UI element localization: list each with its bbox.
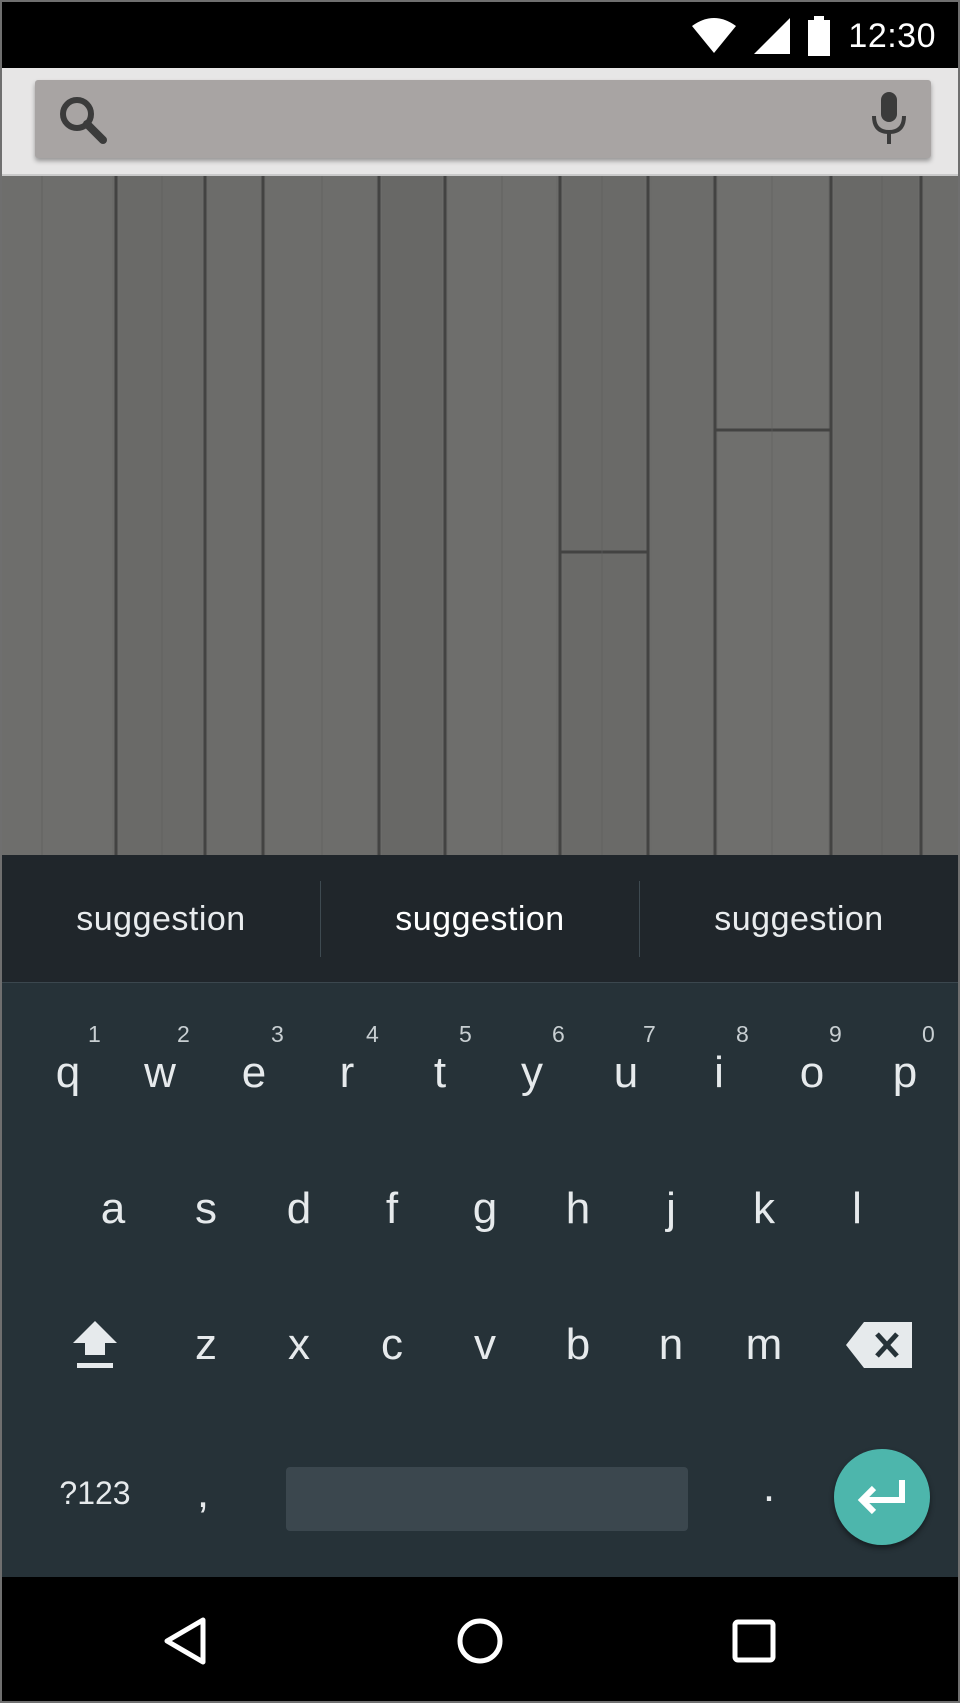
key-d[interactable]: d: [254, 1159, 344, 1259]
comma-key[interactable]: ,: [158, 1443, 248, 1543]
home-button[interactable]: [444, 1605, 516, 1677]
key-label: t: [433, 1048, 447, 1097]
key-hint: 5: [459, 1021, 472, 1047]
symbols-key[interactable]: ?123: [40, 1463, 150, 1523]
period-key[interactable]: .: [724, 1437, 814, 1537]
suggestion-strip: suggestion suggestion suggestion: [2, 855, 958, 983]
recents-button[interactable]: [718, 1605, 790, 1677]
key-e[interactable]: 3 e: [209, 1021, 299, 1123]
key-hint: 8: [736, 1021, 749, 1047]
enter-button[interactable]: [834, 1449, 930, 1545]
battery-icon: [808, 16, 831, 56]
wifi-icon: [692, 18, 737, 53]
key-l[interactable]: l: [812, 1159, 902, 1259]
search-widget: [2, 68, 958, 176]
mic-icon[interactable]: [869, 90, 909, 148]
key-g[interactable]: g: [440, 1159, 530, 1259]
cell-signal-icon: [754, 18, 791, 54]
key-v[interactable]: v: [440, 1295, 530, 1395]
key-o[interactable]: 9 o: [767, 1021, 857, 1123]
key-hint: 9: [829, 1021, 842, 1047]
key-j[interactable]: j: [626, 1159, 716, 1259]
key-s[interactable]: s: [161, 1159, 251, 1259]
back-icon: [164, 1617, 206, 1665]
suggestion-center[interactable]: suggestion: [321, 855, 639, 983]
wood-planks-image: [2, 176, 958, 856]
key-n[interactable]: n: [626, 1295, 716, 1395]
enter-icon: [857, 1480, 905, 1515]
key-b[interactable]: b: [533, 1295, 623, 1395]
suggestion-right[interactable]: suggestion: [640, 855, 958, 983]
key-hint: 3: [271, 1021, 284, 1047]
key-k[interactable]: k: [719, 1159, 809, 1259]
key-hint: 6: [552, 1021, 565, 1047]
key-u[interactable]: 7 u: [581, 1021, 671, 1123]
wallpaper: [2, 176, 958, 856]
backspace-icon: [846, 1322, 912, 1368]
search-bar[interactable]: [35, 80, 931, 158]
key-hint: 4: [366, 1021, 379, 1047]
back-button[interactable]: [148, 1605, 220, 1677]
key-w[interactable]: 2 w: [115, 1021, 205, 1123]
key-h[interactable]: h: [533, 1159, 623, 1259]
key-hint: 1: [88, 1021, 101, 1047]
key-label: w: [144, 1048, 176, 1097]
key-i[interactable]: 8 i: [674, 1021, 764, 1123]
key-label: p: [892, 1048, 918, 1097]
key-label: i: [714, 1048, 724, 1097]
key-label: u: [613, 1048, 639, 1097]
key-label: e: [241, 1048, 267, 1097]
search-icon[interactable]: [57, 94, 109, 146]
shift-icon: [73, 1321, 117, 1368]
key-y[interactable]: 6 y: [487, 1021, 577, 1123]
status-time: 12:30: [848, 16, 936, 55]
key-f[interactable]: f: [347, 1159, 437, 1259]
key-label: r: [339, 1048, 355, 1097]
recents-icon: [732, 1619, 776, 1663]
status-icons: 12:30: [692, 16, 936, 56]
key-hint: 7: [643, 1021, 656, 1047]
phone-screen: 12:30 suggestion suggestion suggestion 1…: [0, 0, 960, 1703]
key-hint: 0: [922, 1021, 935, 1047]
keyboard: 1 q 2 w 3 e 4 r 5 t 6 y 7 u 8 i 9 o 0 p …: [2, 983, 958, 1577]
navigation-bar: [2, 1577, 958, 1701]
key-z[interactable]: z: [161, 1295, 251, 1395]
key-x[interactable]: x: [254, 1295, 344, 1395]
key-hint: 2: [177, 1021, 190, 1047]
key-q[interactable]: 1 q: [23, 1021, 113, 1123]
suggestion-left[interactable]: suggestion: [2, 855, 320, 983]
key-label: y: [521, 1048, 543, 1097]
shift-key[interactable]: [50, 1295, 140, 1395]
key-a[interactable]: a: [68, 1159, 158, 1259]
backspace-key[interactable]: [834, 1295, 924, 1395]
key-label: q: [55, 1048, 81, 1097]
key-r[interactable]: 4 r: [302, 1021, 392, 1123]
home-icon: [457, 1618, 503, 1664]
space-bar[interactable]: [286, 1467, 688, 1531]
key-p[interactable]: 0 p: [860, 1021, 950, 1123]
key-m[interactable]: m: [719, 1295, 809, 1395]
status-bar: 12:30: [2, 2, 958, 68]
key-label: o: [799, 1048, 825, 1097]
key-t[interactable]: 5 t: [395, 1021, 485, 1123]
key-c[interactable]: c: [347, 1295, 437, 1395]
